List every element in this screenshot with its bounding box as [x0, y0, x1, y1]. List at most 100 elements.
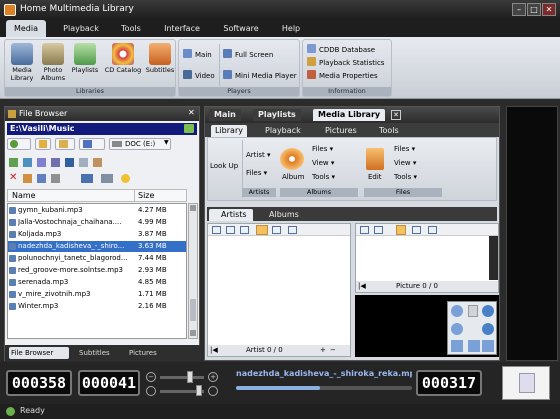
small-icons-icon[interactable]	[51, 158, 60, 167]
subtab-library[interactable]: Library	[211, 125, 247, 137]
album-files-dropdown[interactable]: Files ▾	[312, 144, 333, 155]
tab-pictures[interactable]: Pictures	[127, 347, 173, 359]
view-mode-icon[interactable]	[360, 226, 369, 234]
copy-icon[interactable]	[23, 174, 32, 183]
maximize-button[interactable]: □	[527, 3, 541, 16]
thumbnails-icon[interactable]	[93, 158, 102, 167]
files-view-dropdown[interactable]: View ▾	[394, 158, 416, 169]
forward-icon[interactable]	[208, 386, 218, 396]
column-size[interactable]: Size	[138, 191, 154, 200]
drive-select[interactable]: DOC (E:) ▼	[109, 138, 171, 150]
fit-icon[interactable]	[451, 340, 463, 352]
album-view-dropdown[interactable]: View ▾	[312, 158, 334, 169]
list-view-icon[interactable]	[65, 158, 74, 167]
view-mode-icon[interactable]	[288, 226, 297, 234]
file-row[interactable]: serenada.mp3 4.85 MB	[8, 277, 186, 288]
large-icons-icon[interactable]	[37, 158, 46, 167]
favorites-button[interactable]	[35, 138, 51, 150]
picture-scrollbar[interactable]	[489, 236, 498, 280]
minimize-button[interactable]: –	[512, 3, 526, 16]
photo-albums-button[interactable]: Photo Albums	[38, 43, 68, 82]
view-mode-icon-active[interactable]	[256, 225, 268, 235]
menu-tools[interactable]: Tools	[114, 20, 148, 37]
rotate-icon[interactable]	[468, 340, 480, 352]
scroll-up-icon[interactable]	[190, 205, 196, 211]
menu-playback[interactable]: Playback	[56, 20, 106, 37]
files-dropdown[interactable]: Files ▾	[394, 144, 415, 155]
video-player-button[interactable]: Video	[183, 70, 215, 81]
subtitles-button[interactable]: Subtitles	[144, 43, 176, 74]
menu-interface[interactable]: Interface	[160, 20, 204, 37]
subtab-tools[interactable]: Tools	[379, 125, 399, 137]
edit-button[interactable]: Edit	[368, 173, 382, 181]
tab-main[interactable]: Main	[209, 109, 241, 121]
media-properties-button[interactable]: Media Properties	[307, 70, 378, 81]
scroll-down-icon[interactable]	[190, 330, 196, 336]
view-mode-icon[interactable]	[226, 226, 235, 234]
menu-media[interactable]: Media	[6, 20, 46, 37]
file-row[interactable]: Jalla-Vostochnaja_chaihana.... 4.99 MB	[8, 217, 186, 228]
file-row[interactable]: gymn_kubani.mp3 4.27 MB	[8, 205, 186, 216]
view-mode-icon-active[interactable]	[396, 225, 406, 235]
previous-picture-icon[interactable]	[482, 323, 494, 335]
view-mode-icon[interactable]	[240, 226, 249, 234]
back-button[interactable]	[7, 138, 31, 150]
view-mode-icon[interactable]	[412, 226, 421, 234]
filter-button[interactable]	[79, 138, 105, 150]
tab-albums[interactable]: Albums	[257, 209, 303, 221]
view-mode-icon[interactable]	[212, 226, 221, 234]
up-folder-icon[interactable]	[23, 158, 32, 167]
subtab-pictures[interactable]: Pictures	[325, 125, 357, 137]
first-picture-icon[interactable]: |◀	[358, 281, 366, 292]
album-art-thumbnail[interactable]	[502, 366, 550, 400]
zoom-slider[interactable]	[468, 305, 478, 317]
file-row[interactable]: v_mire_zivotnih.mp3 1.71 MB	[8, 289, 186, 300]
tab-subtitles[interactable]: Subtitles	[77, 347, 123, 359]
next-picture-icon[interactable]	[482, 305, 494, 317]
files-tools-dropdown[interactable]: Tools ▾	[394, 172, 417, 183]
menu-help[interactable]: Help	[276, 20, 306, 37]
volume-track[interactable]	[160, 376, 204, 379]
album-tools-dropdown[interactable]: Tools ▾	[312, 172, 335, 183]
refresh-icon[interactable]	[9, 158, 18, 167]
menu-software[interactable]: Software	[218, 20, 264, 37]
view-mode-icon[interactable]	[272, 226, 281, 234]
mini-media-player-button[interactable]: Mini Media Player	[223, 70, 297, 81]
main-player-button[interactable]: Main	[183, 49, 212, 60]
details-view-icon[interactable]	[79, 158, 88, 167]
tab-media-library[interactable]: Media Library	[313, 109, 386, 121]
column-name[interactable]: Name	[12, 191, 36, 200]
add-icon[interactable]: +	[320, 345, 326, 356]
file-row[interactable]: red_groove-more.solntse.mp3 2.93 MB	[8, 265, 186, 276]
playlists-button[interactable]: Playlists	[69, 43, 101, 74]
properties-small-icon[interactable]	[51, 174, 60, 183]
scroll-thumb[interactable]	[190, 299, 196, 321]
file-row[interactable]: Winter.mp3 2.16 MB	[8, 301, 186, 312]
folder-button[interactable]	[55, 138, 75, 150]
full-screen-button[interactable]: Full Screen	[223, 49, 273, 60]
close-button[interactable]: ✕	[542, 3, 556, 16]
artist-files-dropdown[interactable]: Files ▾	[246, 168, 267, 179]
file-list-scrollbar[interactable]	[188, 203, 198, 339]
tab-file-browser[interactable]: File Browser	[9, 347, 69, 359]
tab-artists[interactable]: Artists	[209, 209, 253, 221]
rewind-icon[interactable]	[146, 386, 156, 396]
close-tab-icon[interactable]: ✕	[391, 110, 401, 120]
tools-icon[interactable]	[101, 174, 113, 183]
view-mode-icon[interactable]	[374, 226, 383, 234]
fullscreen-icon[interactable]	[482, 340, 494, 352]
playback-statistics-button[interactable]: Playback Statistics	[307, 57, 384, 68]
move-icon[interactable]	[37, 174, 46, 183]
info-icon[interactable]	[121, 174, 130, 183]
volume-down-icon[interactable]: −	[146, 372, 156, 382]
artist-dropdown[interactable]: Artist ▾	[246, 150, 271, 161]
panel-close-icon[interactable]: ✕	[188, 108, 195, 117]
progress-track[interactable]	[236, 386, 412, 390]
file-row[interactable]: Koljada.mp3 3.87 MB	[8, 229, 186, 240]
file-row[interactable]: polunochnyi_tanetc_blagorod... 7.44 MB	[8, 253, 186, 264]
sort-icon[interactable]	[81, 174, 93, 183]
zoom-out-icon[interactable]	[451, 323, 463, 335]
subtab-playback[interactable]: Playback	[265, 125, 301, 137]
remove-icon[interactable]: −	[330, 345, 336, 356]
first-icon[interactable]: |◀	[210, 345, 218, 356]
